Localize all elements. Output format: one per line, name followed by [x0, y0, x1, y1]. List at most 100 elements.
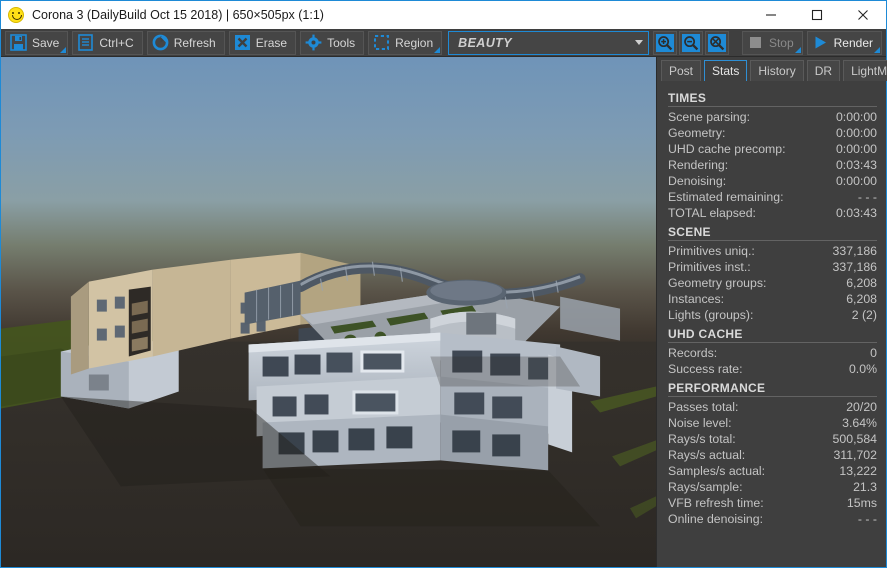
render-button[interactable]: Render [806, 30, 882, 55]
stat-value: 0:00:00 [835, 126, 877, 140]
tab-label: Post [669, 64, 694, 78]
save-button[interactable]: Save [5, 30, 69, 55]
refresh-button[interactable]: Refresh [146, 30, 225, 55]
x-erase-icon [234, 35, 250, 50]
window-title: Corona 3 (DailyBuild Oct 15 2018) | 650×… [32, 7, 324, 22]
close-button[interactable] [840, 1, 886, 28]
play-triangle-icon [815, 36, 826, 49]
stat-key: Records: [668, 346, 718, 360]
stat-row: TOTAL elapsed: 0:03:43 [668, 205, 877, 221]
zoom-out-button[interactable] [678, 30, 703, 55]
stat-value: 0:03:43 [835, 158, 877, 172]
stat-value: 20/20 [846, 400, 877, 414]
copy-label: Ctrl+C [99, 35, 134, 50]
stat-value: 0:03:43 [835, 206, 877, 220]
render-element-select[interactable]: BEAUTY [448, 30, 649, 55]
tab-lightmix[interactable]: LightMix [843, 60, 887, 81]
tab-label: DR [814, 64, 833, 78]
stat-key: Rendering: [668, 158, 729, 172]
stat-row: Instances: 6,208 [668, 291, 877, 307]
stat-value: 2 (2) [851, 308, 877, 322]
rendered-image [1, 57, 656, 567]
tab-label: LightMix [851, 64, 887, 78]
stat-value: 15ms [846, 496, 877, 510]
tab-stats[interactable]: Stats [704, 60, 748, 81]
stat-row: Lights (groups): 2 (2) [668, 307, 877, 323]
stat-key: Scene parsing: [668, 110, 751, 124]
stat-value: 337,186 [832, 260, 877, 274]
region-button[interactable]: Region [368, 30, 443, 55]
gear-icon [305, 34, 322, 51]
stat-row: Rendering: 0:03:43 [668, 157, 877, 173]
stop-button[interactable]: Stop [741, 30, 803, 55]
stop-square-icon [749, 37, 761, 48]
tab-post[interactable]: Post [661, 60, 702, 81]
stat-key: Success rate: [668, 362, 743, 376]
stat-row: Rays/s actual: 311,702 [668, 447, 877, 463]
tab-label: Stats [712, 64, 740, 78]
stat-value: 0.0% [848, 362, 877, 376]
zoom-out-icon [681, 33, 700, 52]
stat-value: - - - [857, 190, 877, 204]
render-label: Render [833, 35, 873, 50]
stat-value: 6,208 [846, 276, 877, 290]
tools-label: Tools [327, 35, 356, 50]
stat-key: Primitives uniq.: [668, 244, 755, 258]
tab-history[interactable]: History [750, 60, 804, 81]
stat-row: Denoising: 0:00:00 [668, 173, 877, 189]
zoom-reset-button[interactable] [704, 30, 729, 55]
stat-value: 311,702 [833, 448, 877, 462]
erase-button[interactable]: Erase [228, 30, 297, 55]
stat-value: 0:00:00 [835, 174, 877, 188]
smiley-icon [8, 6, 24, 23]
stat-key: Rays/s total: [668, 432, 736, 446]
stat-row: Noise level: 3.64% [668, 415, 877, 431]
stat-key: Samples/s actual: [668, 464, 766, 478]
stat-row: Geometry: 0:00:00 [668, 125, 877, 141]
section-header-performance: PERFORMANCE [668, 377, 877, 397]
stat-key: Instances: [668, 292, 725, 306]
stat-value: 0:00:00 [835, 142, 877, 156]
corona-vfb-window: Corona 3 (DailyBuild Oct 15 2018) | 650×… [0, 0, 887, 568]
stat-row: Samples/s actual: 13,222 [668, 463, 877, 479]
stat-row: Rays/sample: 21.3 [668, 479, 877, 495]
stat-value: 21.3 [853, 480, 877, 494]
stat-row: Online denoising: - - - [668, 511, 877, 527]
stat-row: Records: 0 [668, 345, 877, 361]
minimize-button[interactable] [748, 1, 794, 28]
stat-row: Estimated remaining: - - - [668, 189, 877, 205]
floppy-disk-icon [10, 34, 27, 51]
region-label: Region [395, 35, 434, 50]
tools-button[interactable]: Tools [300, 30, 365, 55]
stat-value: 13,222 [839, 464, 877, 478]
stat-key: Rays/sample: [668, 480, 743, 494]
stats-content: TIMES Scene parsing: 0:00:00 Geometry: 0:00:… [657, 81, 886, 567]
stat-row: Primitives uniq.: 337,186 [668, 243, 877, 259]
stat-key: TOTAL elapsed: [668, 206, 756, 220]
stat-value: 337,186 [832, 244, 877, 258]
stat-value: 500,584 [832, 432, 877, 446]
clipboard-icon [78, 34, 94, 51]
zoom-in-button[interactable] [652, 30, 677, 55]
stat-value: 6,208 [846, 292, 877, 306]
section-header-times: TIMES [668, 87, 877, 107]
stat-key: VFB refresh time: [668, 496, 764, 510]
main-toolbar: Save Ctrl+C Refresh Erase Tools Region B… [1, 29, 886, 57]
tab-dr[interactable]: DR [806, 60, 841, 81]
copy-button[interactable]: Ctrl+C [72, 30, 143, 55]
render-viewport[interactable] [1, 57, 657, 567]
stat-row: Rays/s total: 500,584 [668, 431, 877, 447]
stat-row: Passes total: 20/20 [668, 399, 877, 415]
stat-row: Geometry groups: 6,208 [668, 275, 877, 291]
render-element-value: BEAUTY [458, 35, 512, 50]
stat-key: Primitives inst.: [668, 260, 751, 274]
stat-key: UHD cache precomp: [668, 142, 786, 156]
panel-tabs: Post Stats History DR LightMix [657, 57, 887, 81]
tab-label: History [758, 64, 796, 78]
window-controls [748, 1, 886, 28]
chevron-down-icon[interactable] [630, 32, 648, 54]
stop-label: Stop [768, 35, 794, 50]
section-header-uhd-cache: UHD CACHE [668, 323, 877, 343]
maximize-button[interactable] [794, 1, 840, 28]
refresh-label: Refresh [173, 35, 216, 50]
